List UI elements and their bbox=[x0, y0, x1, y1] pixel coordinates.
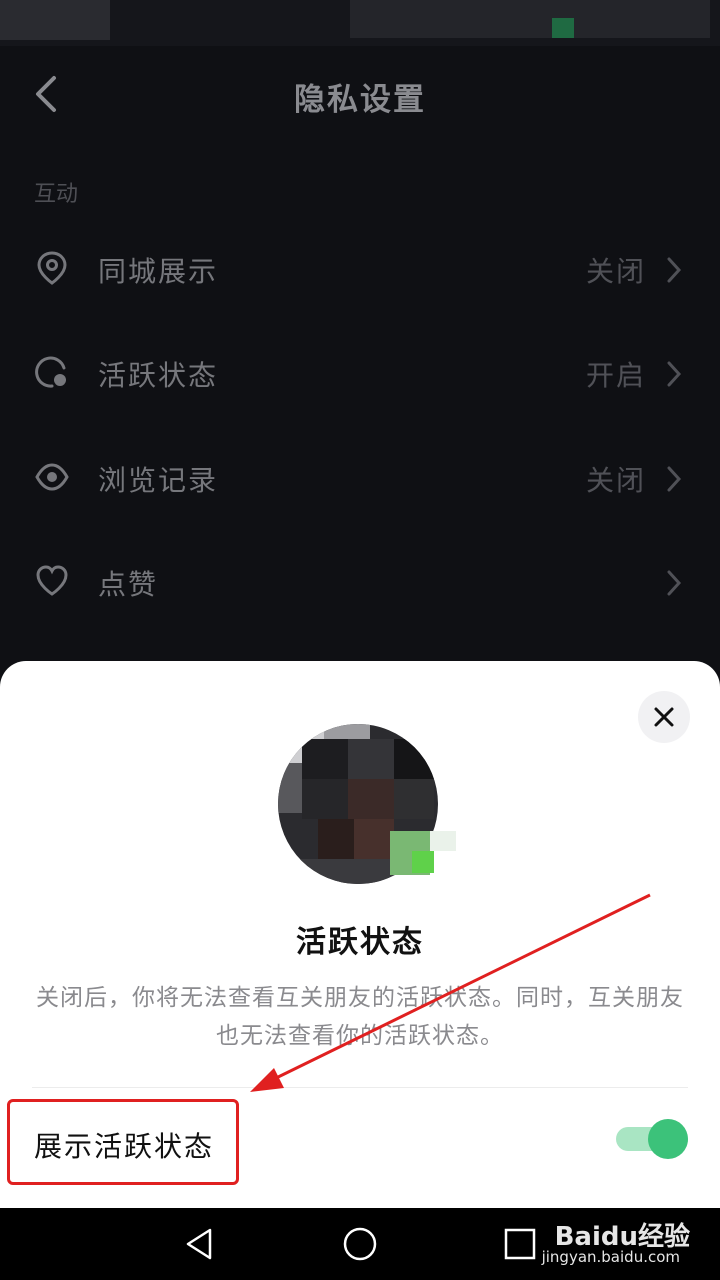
pixelated-block bbox=[0, 0, 110, 40]
pixelated-block bbox=[552, 18, 574, 38]
row-label: 同城展示 bbox=[98, 255, 219, 288]
row-nearby-display[interactable]: 同城展示 关闭 bbox=[0, 218, 720, 322]
show-activity-status-toggle[interactable] bbox=[616, 1119, 688, 1159]
divider bbox=[32, 1087, 688, 1088]
sheet-description: 关闭后，你将无法查看互关朋友的活跃状态。同时，互关朋友也无法查看你的活跃状态。 bbox=[36, 985, 684, 1049]
row-browse-history[interactable]: 浏览记录 关闭 bbox=[0, 427, 720, 531]
nav-home-icon[interactable] bbox=[342, 1226, 378, 1262]
activity-status-icon bbox=[35, 356, 66, 388]
row-value: 关闭 bbox=[585, 255, 646, 288]
row-label: 活跃状态 bbox=[98, 359, 219, 392]
watermark-url: jingyan.baidu.com bbox=[541, 1248, 680, 1266]
nav-recents-icon[interactable] bbox=[502, 1226, 538, 1262]
pixelated-block bbox=[350, 0, 710, 38]
row-label: 点赞 bbox=[98, 568, 159, 601]
row-activity-status[interactable]: 活跃状态 开启 bbox=[0, 322, 720, 426]
chevron-right-icon bbox=[667, 361, 682, 387]
avatar bbox=[278, 724, 456, 884]
sheet-title: 活跃状态 bbox=[296, 925, 424, 960]
close-icon bbox=[654, 707, 674, 727]
eye-icon bbox=[35, 463, 69, 491]
pixelated-block bbox=[430, 831, 456, 851]
row-likes[interactable]: 点赞 bbox=[0, 531, 720, 635]
toggle-knob bbox=[648, 1119, 688, 1159]
header-bar: 隐私设置 bbox=[0, 46, 720, 142]
chevron-right-icon bbox=[667, 257, 682, 283]
row-label: 浏览记录 bbox=[98, 464, 219, 497]
chevron-right-icon bbox=[667, 570, 682, 596]
page-title: 隐私设置 bbox=[294, 82, 426, 118]
pixelated-block bbox=[412, 851, 434, 873]
annotation-highlight-box bbox=[7, 1099, 239, 1185]
status-bar bbox=[0, 0, 720, 46]
heart-icon bbox=[36, 565, 68, 596]
section-label: 互动 bbox=[34, 182, 79, 207]
system-nav-bar: Baidu经验 jingyan.baidu.com bbox=[0, 1208, 720, 1280]
close-button[interactable] bbox=[638, 691, 690, 743]
nav-back-icon[interactable] bbox=[182, 1226, 218, 1262]
chevron-right-icon bbox=[667, 466, 682, 492]
row-value: 关闭 bbox=[585, 464, 646, 497]
location-pin-icon bbox=[37, 251, 67, 285]
row-value: 开启 bbox=[585, 359, 646, 392]
